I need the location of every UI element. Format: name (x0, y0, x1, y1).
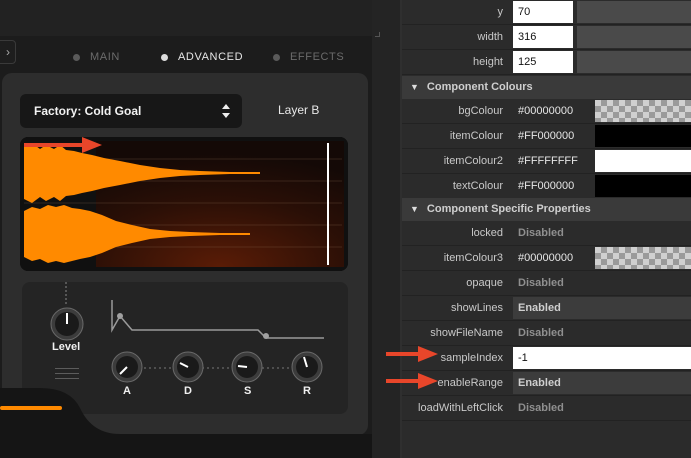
tab-advanced[interactable]: ADVANCED (161, 51, 243, 63)
plugin-header-strip (0, 0, 372, 36)
itemcolour-value[interactable]: #FF000000 (513, 125, 593, 147)
prop-row-textcolour: textColour #FF000000 (402, 174, 691, 199)
section-title: Component Specific Properties (426, 203, 591, 215)
height-input[interactable]: 125 (513, 51, 573, 73)
prop-row-height: height 125 (402, 50, 691, 75)
prop-label-width: width (477, 31, 503, 43)
orange-progress-bar (0, 406, 62, 410)
textcolour-value[interactable]: #FF000000 (513, 175, 593, 197)
prop-label: loadWithLeftClick (418, 402, 503, 414)
section-component-colours[interactable]: ▼ Component Colours (402, 76, 691, 99)
colour-swatch-transparent[interactable] (595, 100, 691, 122)
colour-swatch-black[interactable] (595, 175, 691, 197)
release-knob[interactable] (290, 350, 324, 384)
prop-row-itemcolour: itemColour #FF000000 (402, 124, 691, 149)
prop-row-showlines: showLines Enabled (402, 296, 691, 321)
resize-corner-icon (375, 32, 380, 37)
sample-waveform-display[interactable] (20, 137, 348, 271)
tab-effects[interactable]: EFFECTS (273, 51, 344, 63)
prop-row-sampleindex: sampleIndex -1 (402, 346, 691, 371)
up-down-arrows-icon (222, 104, 230, 118)
prop-label-height: height (473, 56, 503, 68)
prop-label: textColour (452, 180, 503, 192)
red-arrow-icon (386, 346, 438, 362)
sampleindex-input[interactable]: -1 (513, 347, 691, 369)
collapse-triangle-icon: ▼ (410, 82, 419, 92)
range-selection-region (96, 141, 344, 267)
colour-swatch-transparent[interactable] (595, 247, 691, 269)
height-slider[interactable] (577, 51, 691, 73)
y-slider[interactable] (577, 1, 691, 23)
level-label: Level (52, 341, 81, 353)
plugin-interface: › MAIN ADVANCED EFFECTS Factory: Cold Go… (0, 0, 372, 458)
colour-swatch-black[interactable] (595, 125, 691, 147)
prop-label: itemColour3 (443, 252, 503, 264)
loadwithleftclick-toggle[interactable]: Disabled (513, 397, 691, 419)
prop-label: itemColour2 (443, 155, 503, 167)
itemcolour3-value[interactable]: #00000000 (513, 247, 593, 269)
tab-indicator-dot (73, 53, 80, 61)
itemcolour2-value[interactable]: #FFFFFFFF (513, 150, 593, 172)
prop-row-itemcolour2: itemColour2 #FFFFFFFF (402, 149, 691, 174)
level-knob[interactable] (49, 306, 85, 342)
tab-indicator-dot (161, 53, 168, 61)
attack-knob[interactable] (110, 350, 144, 384)
prop-row-locked: locked Disabled (402, 221, 691, 246)
prop-row-opaque: opaque Disabled (402, 271, 691, 296)
tab-main[interactable]: MAIN (73, 51, 120, 63)
menu-lines-icon[interactable] (55, 368, 79, 383)
envelope-curve (111, 300, 324, 339)
red-arrow-icon (24, 137, 102, 153)
sustain-knob[interactable] (230, 350, 264, 384)
footer-frame (0, 388, 372, 458)
bgcolour-value[interactable]: #00000000 (513, 100, 593, 122)
preset-selector[interactable]: Factory: Cold Goal (20, 94, 242, 128)
section-title: Component Colours (426, 81, 533, 93)
tab-effects-label: EFFECTS (290, 51, 345, 63)
prop-row-showfilename: showFileName Disabled (402, 321, 691, 346)
showfilename-toggle[interactable]: Disabled (513, 322, 691, 344)
prop-row-enablerange: enableRange Enabled (402, 371, 691, 396)
prop-row-bgcolour: bgColour #00000000 (402, 99, 691, 124)
prop-label: itemColour (449, 130, 503, 142)
opaque-toggle[interactable]: Disabled (513, 272, 691, 294)
tab-main-label: MAIN (90, 51, 120, 63)
envelope-release-point (263, 333, 269, 339)
width-input[interactable]: 316 (513, 26, 573, 48)
enablerange-toggle[interactable]: Enabled (513, 372, 691, 394)
prop-row-loadwithleftclick: loadWithLeftClick Disabled (402, 396, 691, 421)
decay-knob[interactable] (171, 350, 205, 384)
prop-row-itemcolour3: itemColour3 #00000000 (402, 246, 691, 271)
prop-label: bgColour (458, 105, 503, 117)
collapse-triangle-icon: ▼ (410, 204, 419, 214)
tab-indicator-dot (273, 53, 280, 61)
showlines-toggle[interactable]: Enabled (513, 297, 691, 319)
red-arrow-icon (386, 373, 438, 389)
colour-swatch-white[interactable] (595, 150, 691, 172)
collapse-button[interactable]: › (0, 40, 16, 64)
prop-row-y: y 70 (402, 0, 691, 25)
layer-label: Layer B (278, 103, 320, 117)
prop-row-width: width 316 (402, 25, 691, 50)
section-component-specific[interactable]: ▼ Component Specific Properties (402, 198, 691, 221)
property-inspector: y 70 width 316 height 125 ▼ Component Col… (402, 0, 691, 458)
chevron-right-icon: › (6, 45, 10, 59)
prop-label: showFileName (430, 327, 503, 339)
y-input[interactable]: 70 (513, 1, 573, 23)
prop-label-y: y (497, 6, 504, 18)
locked-toggle[interactable]: Disabled (513, 222, 691, 244)
app-window: › MAIN ADVANCED EFFECTS Factory: Cold Go… (0, 0, 691, 458)
preset-label: Factory: Cold Goal (34, 104, 142, 118)
waveform-graphic (20, 137, 348, 271)
envelope-attack-point (117, 313, 123, 319)
width-slider[interactable] (577, 26, 691, 48)
tab-advanced-label: ADVANCED (178, 51, 244, 63)
prop-label: opaque (466, 277, 503, 289)
prop-label: locked (471, 227, 503, 239)
prop-label: showLines (451, 302, 503, 314)
